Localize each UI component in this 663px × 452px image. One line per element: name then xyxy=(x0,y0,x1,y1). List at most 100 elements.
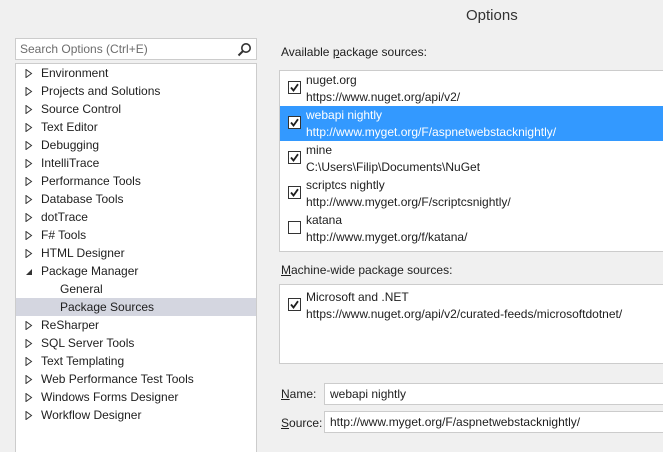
tree-item-text-templating[interactable]: Text Templating xyxy=(16,352,256,370)
name-field[interactable] xyxy=(324,383,663,405)
expand-arrow-icon[interactable] xyxy=(25,213,33,222)
source-name: katana xyxy=(306,213,343,227)
check-icon xyxy=(290,300,299,309)
label-text: achine-wide package sources: xyxy=(291,263,453,277)
search-icon[interactable] xyxy=(237,42,252,57)
source-url: http://www.myget.org/F/scriptcsnightly/ xyxy=(306,195,511,209)
expand-arrow-icon[interactable] xyxy=(25,141,33,150)
search-box[interactable] xyxy=(15,38,257,60)
expand-arrow-icon[interactable] xyxy=(25,123,33,132)
tree-item-text-editor[interactable]: Text Editor xyxy=(16,118,256,136)
source-checkbox[interactable] xyxy=(288,81,301,94)
source-checkbox[interactable] xyxy=(288,116,301,129)
source-item-microsoft-dotnet[interactable]: Microsoft and .NET https://www.nuget.org… xyxy=(280,288,663,323)
check-icon xyxy=(290,153,299,162)
check-icon xyxy=(290,188,299,197)
expand-arrow-icon[interactable] xyxy=(25,321,33,330)
source-item-webapi-nightly[interactable]: webapi nightly http://www.myget.org/F/as… xyxy=(280,106,663,141)
source-checkbox[interactable] xyxy=(288,298,301,311)
tree-item-database-tools[interactable]: Database Tools xyxy=(16,190,256,208)
expand-arrow-icon[interactable] xyxy=(25,357,33,366)
tree-item-debugging[interactable]: Debugging xyxy=(16,136,256,154)
source-url: http://www.myget.org/f/katana/ xyxy=(306,230,468,244)
expand-arrow-icon[interactable] xyxy=(25,393,33,402)
machine-sources-list[interactable]: Microsoft and .NET https://www.nuget.org… xyxy=(279,284,663,364)
window-title: Options xyxy=(466,7,518,24)
tree-item-label: Projects and Solutions xyxy=(41,84,161,98)
tree-item-label: HTML Designer xyxy=(41,246,125,260)
source-url: https://www.nuget.org/api/v2/ xyxy=(306,90,461,104)
tree-item-html-designer[interactable]: HTML Designer xyxy=(16,244,256,262)
access-key: N xyxy=(281,387,290,401)
tree-item-label: Windows Forms Designer xyxy=(41,390,179,404)
expand-arrow-icon[interactable] xyxy=(25,87,33,96)
tree-item-sql-server-tools[interactable]: SQL Server Tools xyxy=(16,334,256,352)
tree-item-windows-forms-designer[interactable]: Windows Forms Designer xyxy=(16,388,256,406)
tree-item-dottrace[interactable]: dotTrace xyxy=(16,208,256,226)
source-item-katana[interactable]: katana http://www.myget.org/f/katana/ xyxy=(280,211,663,246)
tree-item-label: Workflow Designer xyxy=(41,408,142,422)
tree-item-label: Package Sources xyxy=(60,300,155,314)
name-input[interactable] xyxy=(330,386,660,402)
machine-sources-label: Machine-wide package sources: xyxy=(281,263,452,277)
search-input[interactable] xyxy=(20,41,230,57)
available-sources-list[interactable]: nuget.org https://www.nuget.org/api/v2/ … xyxy=(279,70,663,252)
tree-item-label: Performance Tools xyxy=(41,174,141,188)
expand-arrow-icon[interactable] xyxy=(25,375,33,384)
access-key: p xyxy=(332,45,340,59)
label-text: ame: xyxy=(289,387,317,401)
tree-item-source-control[interactable]: Source Control xyxy=(16,100,256,118)
source-checkbox[interactable] xyxy=(288,186,301,199)
available-sources-label: Available package sources: xyxy=(281,45,427,59)
source-name: Microsoft and .NET xyxy=(306,290,409,304)
expand-arrow-icon[interactable] xyxy=(25,105,33,114)
source-name: webapi nightly xyxy=(306,108,383,122)
expand-arrow-icon[interactable] xyxy=(25,339,33,348)
access-key: M xyxy=(281,263,291,277)
expand-arrow-icon[interactable] xyxy=(25,195,33,204)
tree-item-label: Package Manager xyxy=(41,264,139,278)
tree-item-environment[interactable]: Environment xyxy=(16,64,256,82)
source-checkbox[interactable] xyxy=(288,221,301,234)
tree-item-web-performance-test-tools[interactable]: Web Performance Test Tools xyxy=(16,370,256,388)
tree-item-resharper[interactable]: ReSharper xyxy=(16,316,256,334)
source-field[interactable] xyxy=(324,411,663,433)
tree-item-workflow-designer[interactable]: Workflow Designer xyxy=(16,406,256,424)
expand-arrow-icon[interactable] xyxy=(25,249,33,258)
expand-arrow-icon[interactable] xyxy=(25,411,33,420)
source-label: Source: xyxy=(281,416,322,430)
source-item-mine[interactable]: mine C:\Users\Filip\Documents\NuGet xyxy=(280,141,663,176)
tree-item-label: SQL Server Tools xyxy=(41,336,135,350)
source-name: scriptcs nightly xyxy=(306,178,385,192)
expand-arrow-icon[interactable] xyxy=(25,69,33,78)
source-name: mine xyxy=(306,143,333,157)
tree-item-label: Debugging xyxy=(41,138,100,152)
options-tree: Environment Projects and Solutions Sourc… xyxy=(15,63,257,452)
source-url: https://www.nuget.org/api/v2/curated-fee… xyxy=(306,307,623,321)
tree-item-package-sources[interactable]: Package Sources xyxy=(16,298,256,316)
source-input[interactable] xyxy=(330,414,660,430)
source-item-nuget-org[interactable]: nuget.org https://www.nuget.org/api/v2/ xyxy=(280,71,663,106)
expand-arrow-icon[interactable] xyxy=(25,231,33,240)
tree-item-fsharp-tools[interactable]: F# Tools xyxy=(16,226,256,244)
tree-item-package-manager[interactable]: Package Manager xyxy=(16,262,256,280)
tree-item-label: Web Performance Test Tools xyxy=(41,372,194,386)
label-text: ackage sources: xyxy=(339,45,427,59)
source-url: C:\Users\Filip\Documents\NuGet xyxy=(306,160,481,174)
tree-item-performance-tools[interactable]: Performance Tools xyxy=(16,172,256,190)
tree-item-label: IntelliTrace xyxy=(41,156,100,170)
tree-item-projects-and-solutions[interactable]: Projects and Solutions xyxy=(16,82,256,100)
tree-item-label: Database Tools xyxy=(41,192,124,206)
source-checkbox[interactable] xyxy=(288,151,301,164)
check-icon xyxy=(290,118,299,127)
tree-item-intellitrace[interactable]: IntelliTrace xyxy=(16,154,256,172)
expand-arrow-icon[interactable] xyxy=(25,159,33,168)
expand-arrow-icon[interactable] xyxy=(25,177,33,186)
tree-item-general[interactable]: General xyxy=(16,280,256,298)
collapse-arrow-icon[interactable] xyxy=(25,267,33,276)
title-bar: Options xyxy=(0,0,663,32)
source-item-scriptcs-nightly[interactable]: scriptcs nightly http://www.myget.org/F/… xyxy=(280,176,663,211)
name-label: Name: xyxy=(281,387,316,401)
tree-item-label: ReSharper xyxy=(41,318,100,332)
tree-item-label: F# Tools xyxy=(41,228,87,242)
